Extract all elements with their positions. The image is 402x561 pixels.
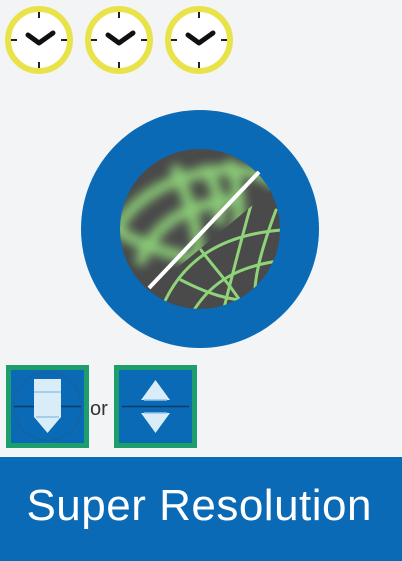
clock-icon	[5, 6, 73, 74]
clock-icon	[85, 6, 153, 74]
banner-title: Super Resolution	[26, 481, 372, 530]
double-arrow-lens-icon	[114, 365, 197, 448]
title-banner: Super Resolution	[0, 457, 402, 561]
clock-icon	[165, 6, 233, 74]
downward-arrow-lens-icon	[6, 365, 89, 448]
blurred-vs-sharp-network-icon	[81, 110, 319, 348]
illustration: or Super Resolution	[0, 0, 402, 561]
or-separator: or	[90, 398, 108, 420]
